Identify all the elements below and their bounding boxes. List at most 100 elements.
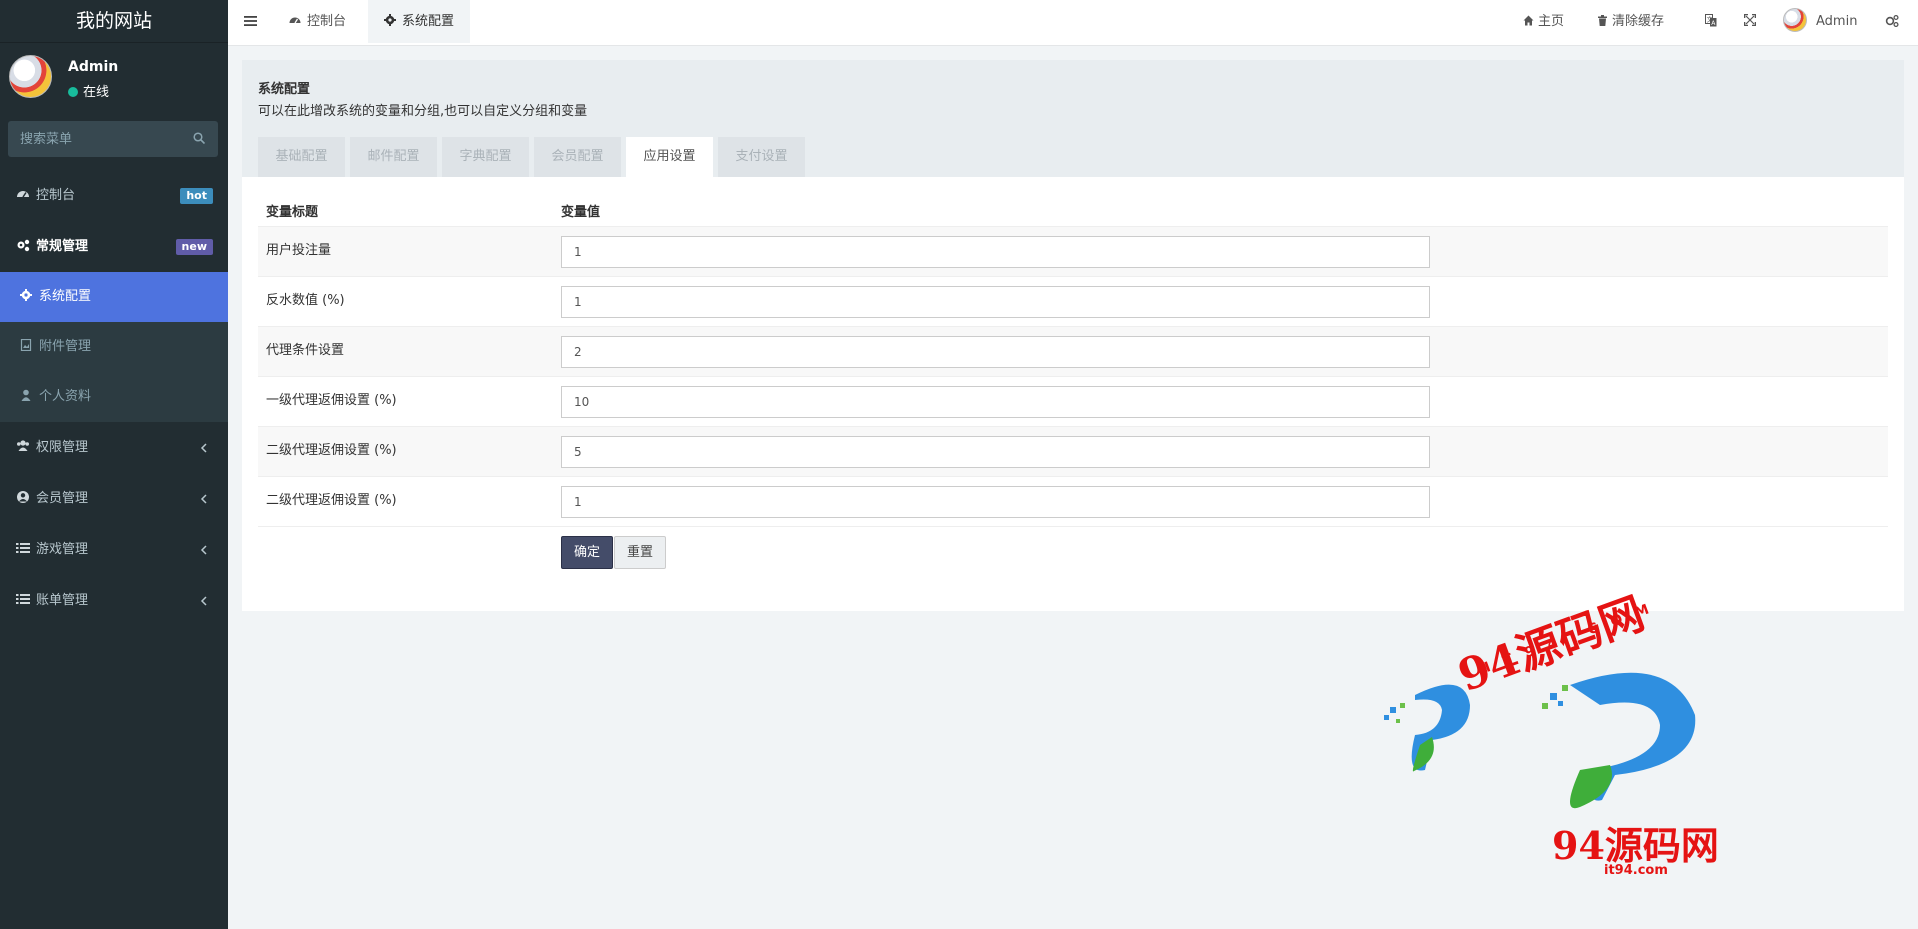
page-title: 系统配置 bbox=[258, 82, 311, 97]
gears-icon bbox=[1885, 14, 1899, 28]
level2-commission-input[interactable] bbox=[561, 436, 1430, 468]
home-link[interactable]: 主页 bbox=[1523, 0, 1564, 43]
language-toggle[interactable]: 文A bbox=[1705, 0, 1717, 43]
table-row: 代理条件设置 bbox=[258, 327, 1888, 377]
list-icon bbox=[16, 543, 30, 553]
home-icon bbox=[1523, 15, 1534, 26]
watermark: 94源码网 IT94.COM 94源码网 it94.com bbox=[1370, 575, 1730, 885]
tab-payment[interactable]: 支付设置 bbox=[718, 137, 805, 177]
sidebar-item-label: 个人资料 bbox=[39, 389, 92, 404]
agent-condition-input[interactable] bbox=[561, 336, 1430, 368]
column-header-title: 变量标题 bbox=[266, 205, 319, 220]
sidebar: 我的网站 Admin 在线 控制台 hot 常规管理 new 系统配置 附件管理… bbox=[0, 0, 228, 929]
sidebar-item-games[interactable]: 游戏管理 bbox=[0, 524, 228, 575]
tab-basic[interactable]: 基础配置 bbox=[258, 137, 345, 177]
level1-commission-input[interactable] bbox=[561, 386, 1430, 418]
column-header-value: 变量值 bbox=[561, 205, 601, 220]
sidebar-item-profile[interactable]: 个人资料 bbox=[0, 372, 228, 422]
new-badge: new bbox=[175, 239, 213, 255]
menu-search-input[interactable] bbox=[8, 121, 218, 157]
table-row: 反水数值 (%) bbox=[258, 277, 1888, 327]
row-label: 二级代理返佣设置 (%) bbox=[266, 493, 397, 508]
row-label: 一级代理返佣设置 (%) bbox=[266, 393, 397, 408]
list-icon bbox=[16, 594, 30, 604]
online-dot-icon bbox=[68, 87, 78, 97]
page-description: 可以在此增改系统的变量和分组,也可以自定义分组和变量 bbox=[258, 104, 588, 119]
confirm-button[interactable]: 确定 bbox=[561, 536, 614, 569]
chevron-left-icon bbox=[200, 494, 207, 504]
sidebar-item-label: 账单管理 bbox=[36, 593, 89, 608]
chevron-left-icon bbox=[200, 596, 207, 606]
table-row: 用户投注量 bbox=[258, 227, 1888, 277]
reset-button[interactable]: 重置 bbox=[614, 536, 667, 569]
sidebar-menu: 控制台 hot 常规管理 new 系统配置 附件管理 个人资料 权限管理 会员管… bbox=[0, 170, 228, 626]
user-menu-label: Admin bbox=[1816, 14, 1858, 29]
gear-icon bbox=[20, 289, 32, 301]
tab-email[interactable]: 邮件配置 bbox=[350, 137, 437, 177]
tab-label: 控制台 bbox=[307, 14, 347, 29]
tab-app-settings[interactable]: 应用设置 bbox=[626, 137, 713, 177]
user-circle-icon bbox=[17, 491, 29, 503]
clear-cache-label: 清除缓存 bbox=[1612, 14, 1665, 29]
sidebar-item-billing[interactable]: 账单管理 bbox=[0, 575, 228, 626]
clear-cache-button[interactable]: 清除缓存 bbox=[1597, 0, 1664, 43]
avatar bbox=[9, 55, 52, 98]
user-panel: Admin 在线 bbox=[0, 43, 228, 116]
sidebar-item-permissions[interactable]: 权限管理 bbox=[0, 422, 228, 473]
tab-system-config[interactable]: 系统配置 bbox=[368, 0, 471, 43]
hot-badge: hot bbox=[180, 188, 213, 204]
home-label: 主页 bbox=[1538, 14, 1565, 29]
config-table: 变量标题 变量值 用户投注量 反水数值 (%) 代理条件设置 一级代理返佣设置 … bbox=[258, 190, 1888, 587]
sidebar-item-general[interactable]: 常规管理 new bbox=[0, 221, 228, 272]
table-header: 变量标题 变量值 bbox=[258, 190, 1888, 227]
user-status-text: 在线 bbox=[83, 85, 110, 100]
tab-dashboard[interactable]: 控制台 bbox=[273, 0, 362, 43]
sidebar-item-label: 游戏管理 bbox=[36, 542, 89, 557]
panel-header: 系统配置 可以在此增改系统的变量和分组,也可以自定义分组和变量 基础配置 邮件配… bbox=[242, 60, 1904, 177]
sidebar-item-attachments[interactable]: 附件管理 bbox=[0, 322, 228, 372]
table-row: 二级代理返佣设置 (%) bbox=[258, 427, 1888, 477]
sidebar-item-label: 会员管理 bbox=[36, 491, 89, 506]
dashboard-icon bbox=[289, 17, 301, 24]
sidebar-item-system-config[interactable]: 系统配置 bbox=[0, 272, 228, 322]
tab-dictionary[interactable]: 字典配置 bbox=[442, 137, 529, 177]
config-panel: 系统配置 可以在此增改系统的变量和分组,也可以自定义分组和变量 基础配置 邮件配… bbox=[242, 60, 1904, 611]
users-icon bbox=[17, 440, 29, 451]
translate-icon: 文A bbox=[1705, 14, 1717, 27]
tab-member[interactable]: 会员配置 bbox=[534, 137, 621, 177]
rebate-value-input[interactable] bbox=[561, 286, 1430, 318]
user-icon bbox=[21, 389, 31, 401]
sidebar-item-label: 控制台 bbox=[36, 188, 76, 203]
user-name: Admin bbox=[68, 59, 119, 75]
row-label: 用户投注量 bbox=[266, 243, 332, 258]
user-bet-amount-input[interactable] bbox=[561, 236, 1430, 268]
sidebar-item-label: 权限管理 bbox=[36, 440, 89, 455]
search-icon[interactable] bbox=[193, 132, 205, 144]
sidebar-item-label: 系统配置 bbox=[39, 289, 92, 304]
tab-label: 系统配置 bbox=[402, 14, 455, 29]
sidebar-item-members[interactable]: 会员管理 bbox=[0, 473, 228, 524]
fullscreen-icon bbox=[1743, 13, 1757, 27]
user-status: 在线 bbox=[68, 81, 109, 100]
fullscreen-button[interactable] bbox=[1743, 0, 1757, 43]
user-menu[interactable]: Admin bbox=[1783, 0, 1857, 43]
settings-button[interactable] bbox=[1885, 0, 1899, 43]
table-row: 二级代理返佣设置 (%) bbox=[258, 477, 1888, 527]
top-navbar: 控制台 系统配置 主页 清除缓存 文A Admin bbox=[228, 0, 1918, 46]
level2-commission-input-2[interactable] bbox=[561, 486, 1430, 518]
dashboard-icon bbox=[17, 191, 29, 198]
menu-search bbox=[8, 121, 218, 157]
general-submenu: 系统配置 附件管理 个人资料 bbox=[0, 272, 228, 422]
gear-icon bbox=[384, 14, 396, 26]
table-row: 一级代理返佣设置 (%) bbox=[258, 377, 1888, 427]
menu-toggle-icon[interactable] bbox=[244, 15, 257, 27]
watermark-text: 94源码网 bbox=[1552, 823, 1719, 868]
row-label: 二级代理返佣设置 (%) bbox=[266, 443, 397, 458]
sidebar-item-label: 常规管理 bbox=[36, 239, 89, 254]
file-image-icon bbox=[20, 339, 32, 351]
sidebar-item-dashboard[interactable]: 控制台 hot bbox=[0, 170, 228, 221]
sidebar-item-label: 附件管理 bbox=[39, 339, 92, 354]
gears-icon bbox=[17, 239, 30, 252]
site-logo[interactable]: 我的网站 bbox=[0, 0, 228, 43]
chevron-left-icon bbox=[200, 443, 207, 453]
